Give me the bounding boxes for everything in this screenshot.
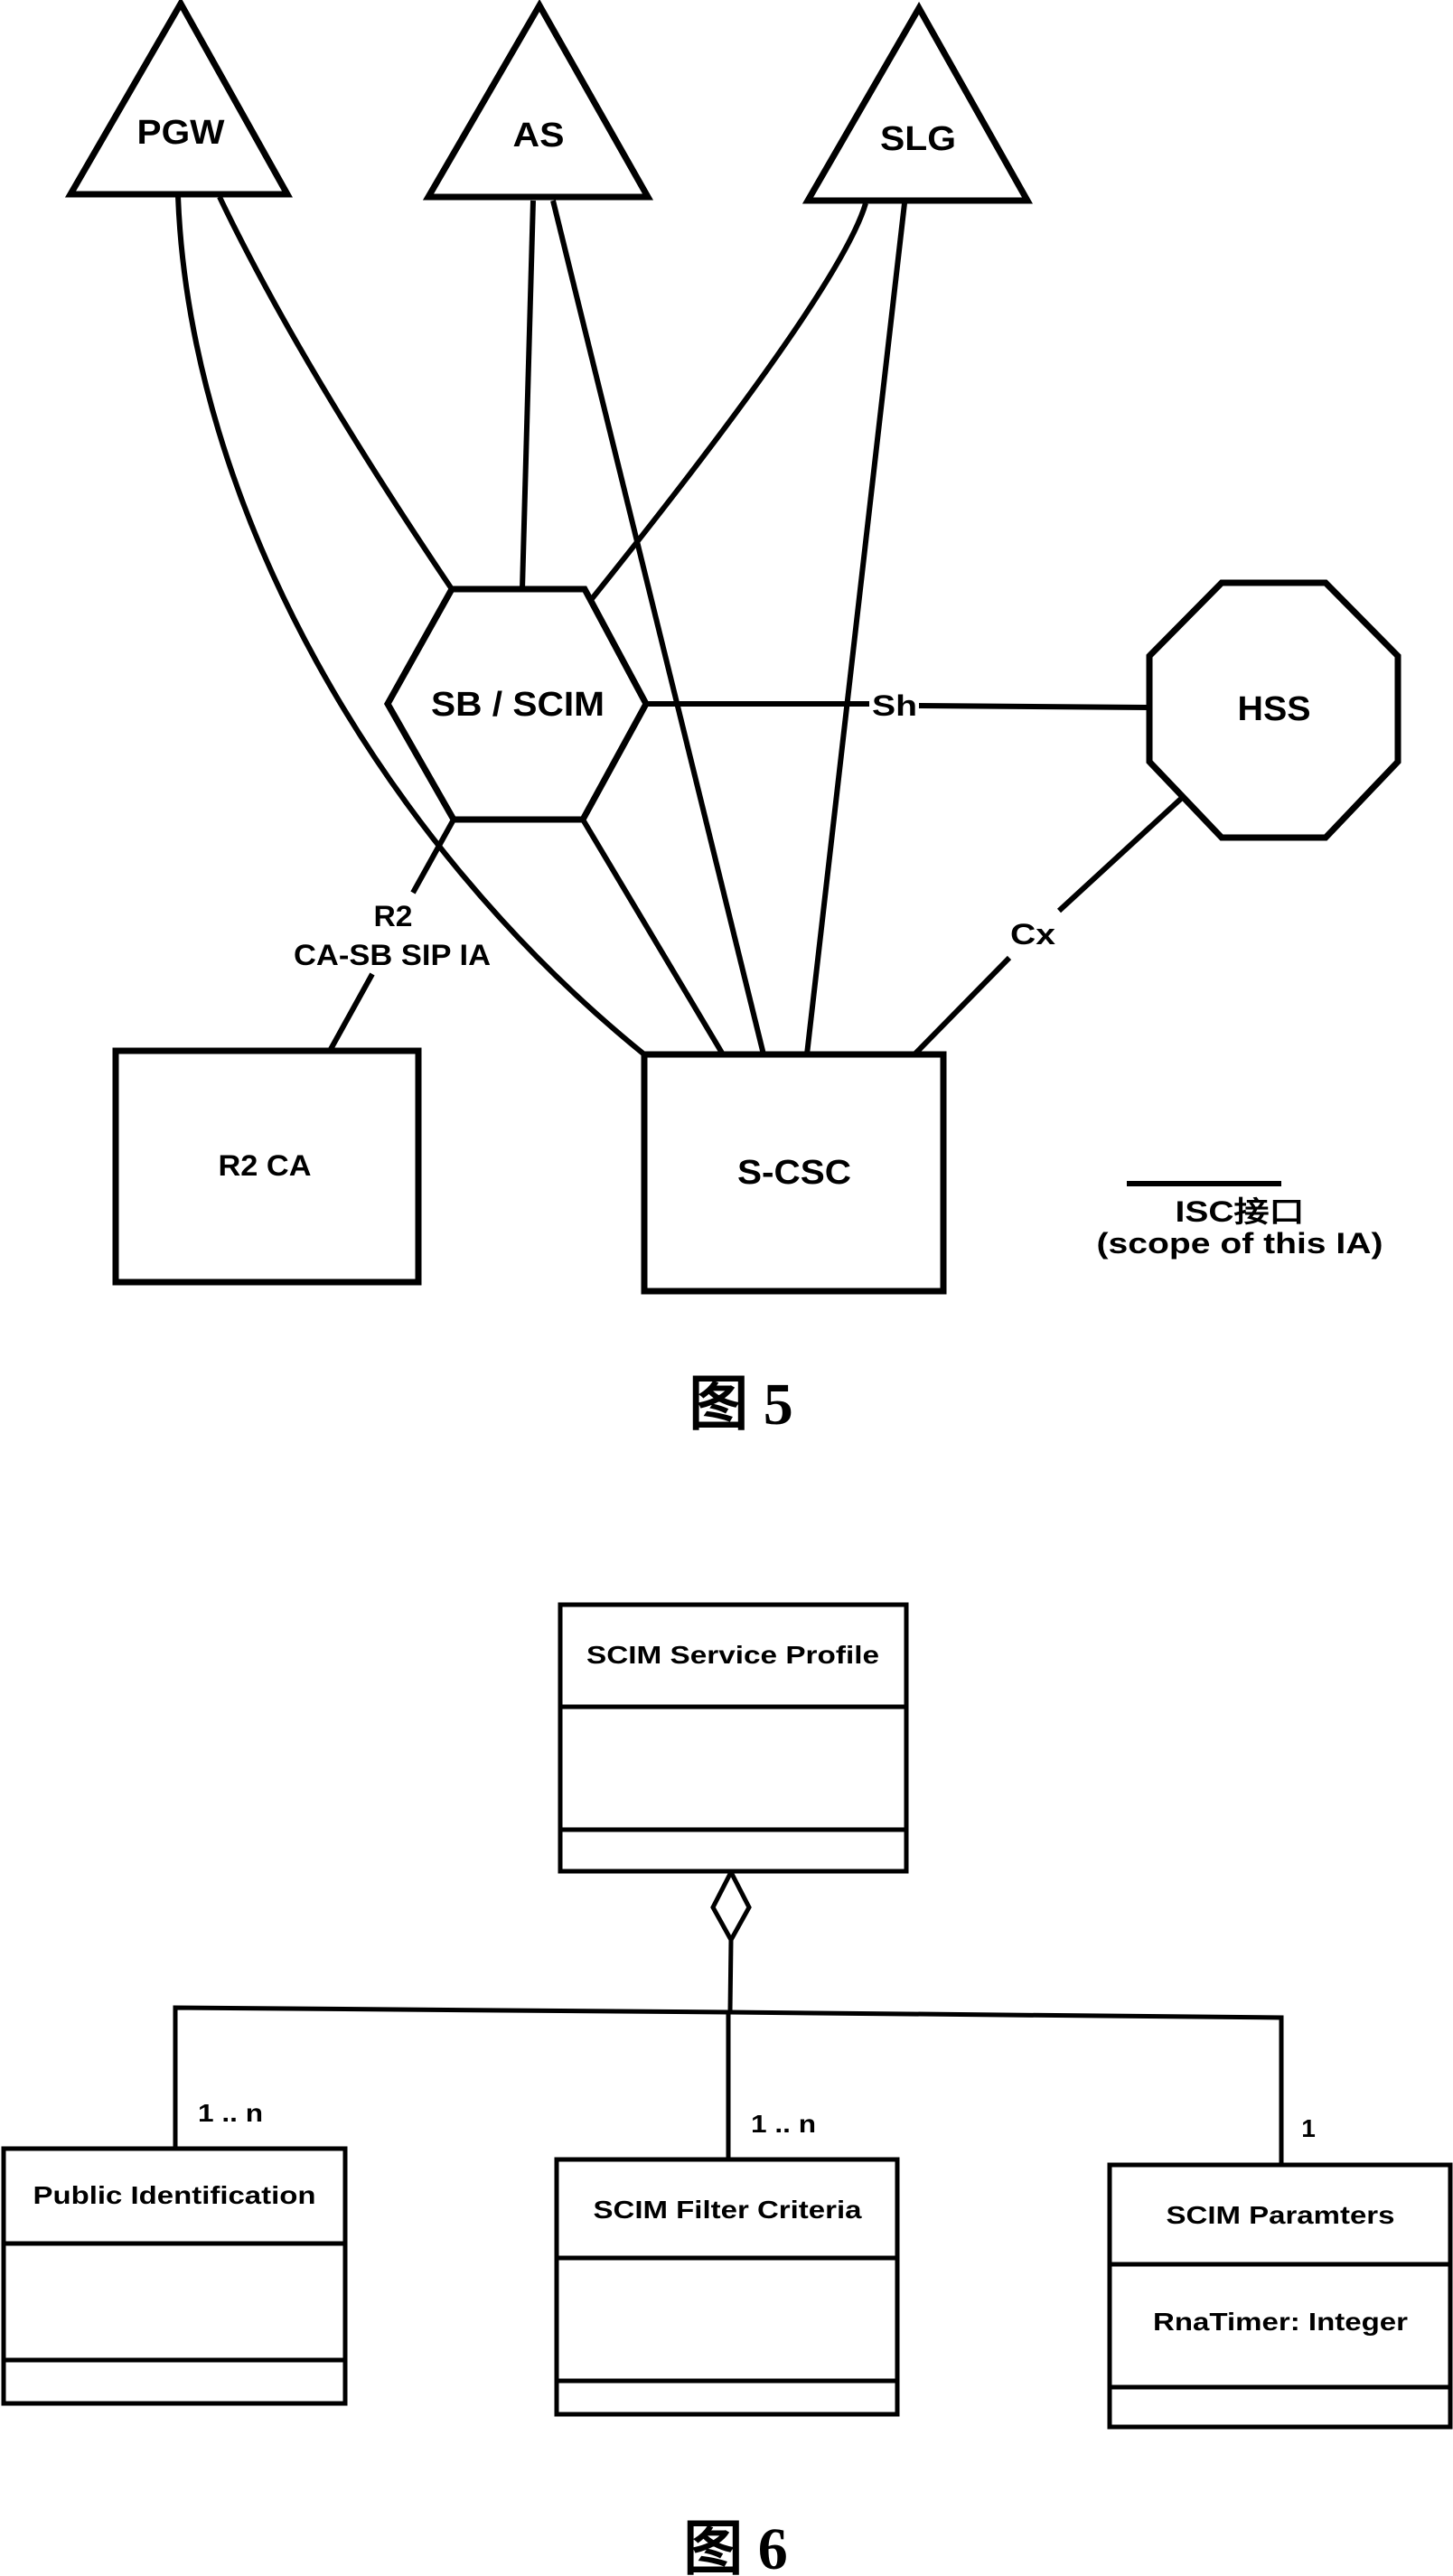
parameters-name: SCIM Paramters [1167,2201,1395,2229]
node-sb-scim: SB / SCIM [383,585,650,823]
node-slg: SLG [801,1,1033,204]
fig5-legend: ISC接口 (scope of this IA) [1097,1181,1383,1260]
link-sh-right [918,703,1150,710]
aggregation-diamond-icon [710,1867,752,1945]
link-cx-upper [1056,795,1185,913]
figure-6: SCIM Service Profile Public Identificati… [1,1602,1453,2576]
figure-6-caption: 图 6 [683,2516,788,2576]
node-as: AS [422,0,654,201]
class-scim-service-profile: SCIM Service Profile [558,1602,909,1874]
hss-label: HSS [1238,690,1311,728]
filter-criteria-multiplicity: 1 .. n [751,2110,816,2138]
r2-ca-label: R2 CA [219,1149,312,1182]
ca-sb-sip-ia-label: CA-SB SIP IA [294,939,491,971]
public-identification-multiplicity: 1 .. n [198,2099,263,2127]
public-identification-name: Public Identification [33,2181,316,2209]
slg-triangle [801,1,1033,204]
link-slg-scsc [804,202,907,1055]
aggregation-stem [727,1939,734,2012]
as-triangle [422,0,654,201]
fig6-connectors [173,1867,1284,2167]
pgw-triangle [64,0,293,198]
link-as-sbscim [520,200,536,590]
parameters-attribute-rnatimer: RnaTimer: Integer [1153,2308,1408,2336]
slg-label: SLG [880,120,956,158]
pgw-label: PGW [137,114,225,152]
node-r2-ca: R2 CA [112,1047,422,1286]
patent-figures: PGW AS SLG SB / SCIM HSS R2 CA S-CSC Sh … [1,0,1453,2576]
figure-5: PGW AS SLG SB / SCIM HSS R2 CA S-CSC Sh … [64,0,1401,1438]
node-pgw: PGW [64,0,293,198]
cx-interface-label: Cx [1010,918,1055,951]
link-cx-lower [912,955,1012,1057]
node-hss: HSS [1146,579,1401,841]
s-csc-label: S-CSC [737,1154,851,1192]
parameters-multiplicity: 1 [1301,2114,1316,2142]
filter-criteria-name: SCIM Filter Criteria [594,2196,862,2224]
sh-interface-label: Sh [872,689,917,722]
link-r2-lower [327,972,375,1053]
as-label: AS [513,117,565,155]
service-profile-name: SCIM Service Profile [586,1641,879,1669]
link-slg-sbscim [588,202,868,602]
legend-isc-label: ISC接口 [1176,1195,1305,1228]
r2-interface-label: R2 [374,900,413,932]
legend-scope-label: (scope of this IA) [1097,1227,1383,1260]
sb-scim-label: SB / SCIM [431,686,605,724]
figure-5-caption: 图 5 [689,1372,793,1438]
node-s-csc: S-CSC [641,1051,947,1295]
